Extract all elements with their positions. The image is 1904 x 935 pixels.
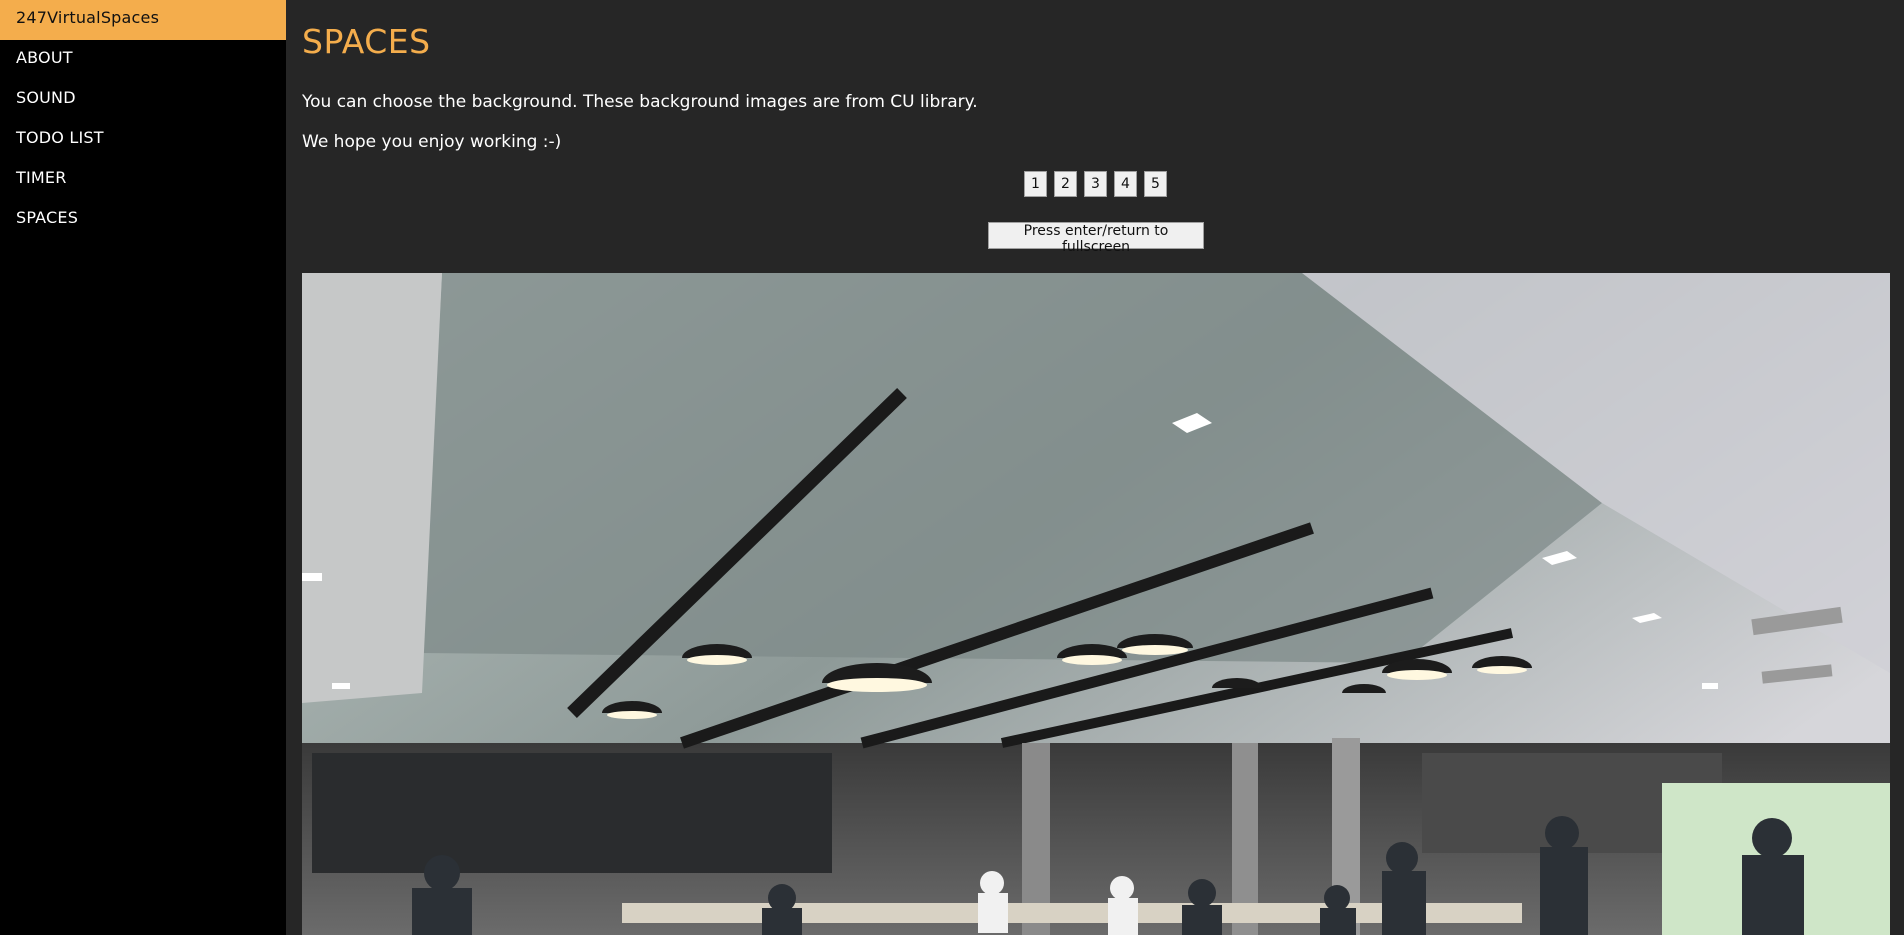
fullscreen-button[interactable]: Press enter/return to fullscreen <box>988 222 1204 255</box>
background-image[interactable] <box>302 273 1890 935</box>
sidebar-item-spaces[interactable]: SPACES <box>0 200 286 240</box>
background-page-3-button[interactable]: 3 <box>1084 171 1107 197</box>
sidebar: 247VirtualSpaces ABOUT SOUND TODO LIST T… <box>0 0 286 935</box>
main-content: SPACES You can choose the background. Th… <box>302 0 1890 935</box>
background-page-4-button[interactable]: 4 <box>1114 171 1137 197</box>
page-title: SPACES <box>302 22 431 61</box>
sidebar-item-about[interactable]: ABOUT <box>0 40 286 80</box>
background-page-5-button[interactable]: 5 <box>1144 171 1167 197</box>
page-greeting: We hope you enjoy working :-) <box>302 132 562 152</box>
sidebar-item-todo-list[interactable]: TODO LIST <box>0 120 286 160</box>
library-photo-icon <box>302 273 1890 935</box>
sidebar-brand-link[interactable]: 247VirtualSpaces <box>0 0 286 40</box>
background-page-1-button[interactable]: 1 <box>1024 171 1047 197</box>
sidebar-item-sound[interactable]: SOUND <box>0 80 286 120</box>
background-page-2-button[interactable]: 2 <box>1054 171 1077 197</box>
sidebar-item-timer[interactable]: TIMER <box>0 160 286 200</box>
background-pager: 1 2 3 4 5 <box>1024 171 1167 197</box>
page-description: You can choose the background. These bac… <box>302 92 978 112</box>
